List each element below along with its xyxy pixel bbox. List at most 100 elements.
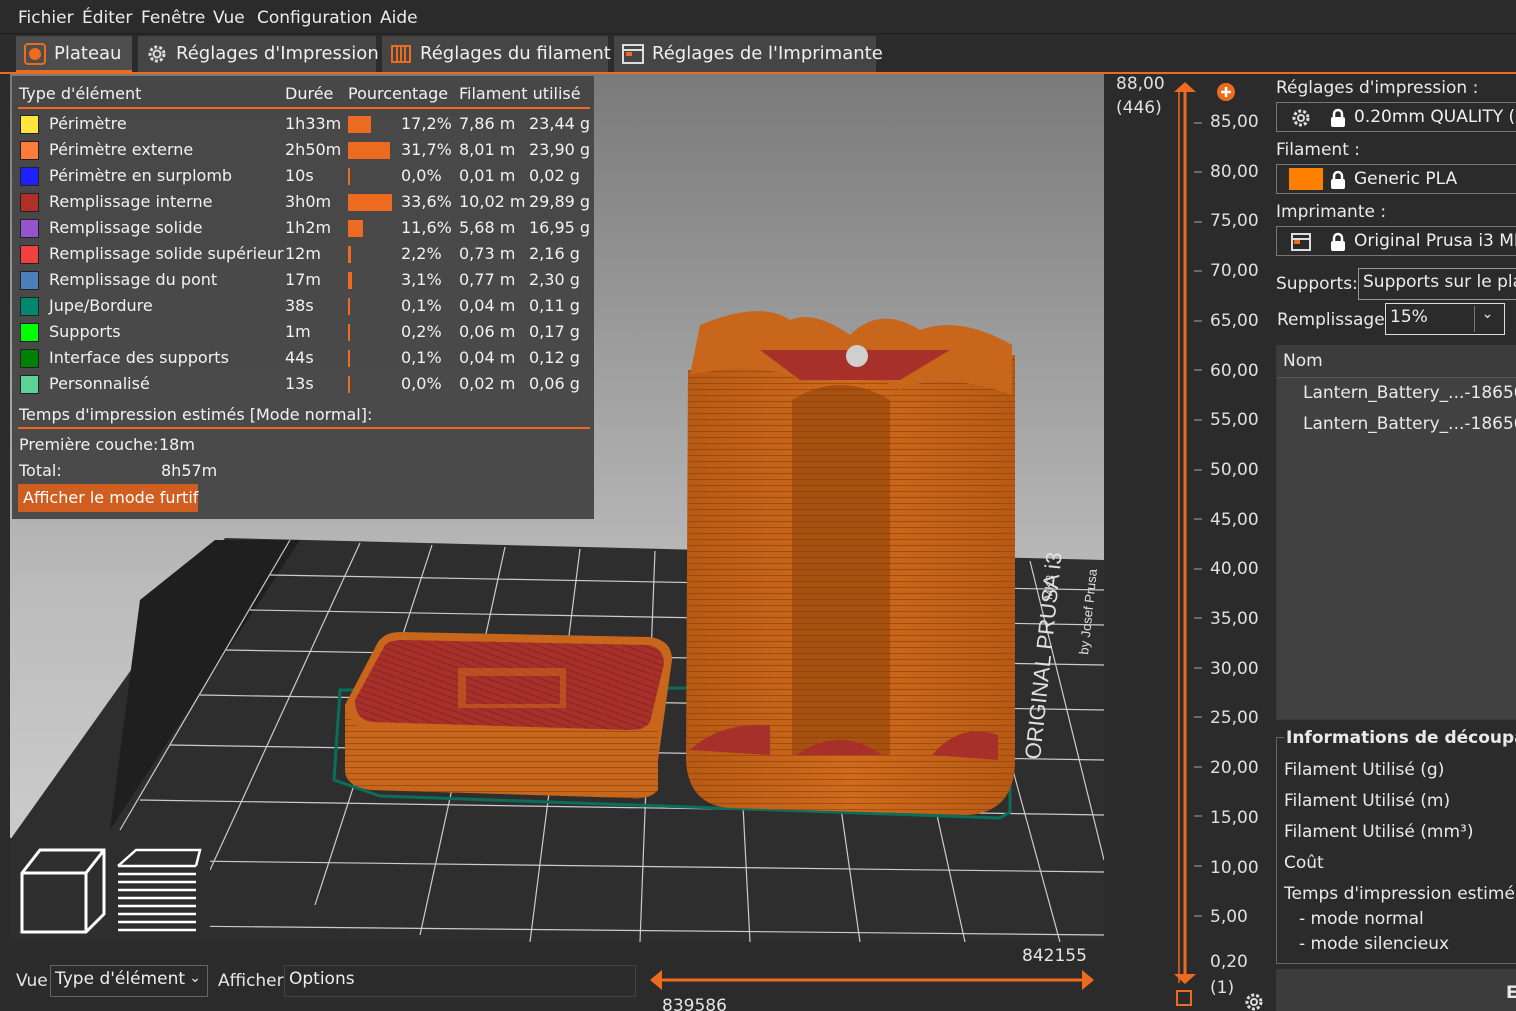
legend-percent: 0,1% (401, 348, 442, 367)
h-slider-right-thumb[interactable] (1082, 970, 1094, 990)
slider-upper-thumb[interactable] (1174, 82, 1196, 92)
right-sidebar: Réglages d'impression : 0.20mm QUALITY (… (1266, 74, 1516, 1011)
legend-percent: 33,6% (401, 192, 452, 211)
object-list-header: Nom (1277, 346, 1516, 378)
legend-percent: 3,1% (401, 270, 442, 289)
add-color-change-icon[interactable] (1216, 82, 1236, 102)
gear-icon (1292, 109, 1310, 127)
tab-print-settings[interactable]: Réglages d'Impression (138, 36, 379, 72)
slider-top-value: 88,00 (1116, 74, 1165, 94)
first-layer-label: Première couche: (19, 435, 159, 454)
tab-label: Plateau (54, 43, 122, 64)
slider-lower-thumb[interactable] (1174, 974, 1196, 984)
menu-configuration[interactable]: Configuration (257, 8, 372, 28)
export-button[interactable]: E (1276, 969, 1516, 1011)
options-select[interactable]: Options (284, 965, 636, 997)
tab-filament-settings[interactable]: Réglages du filament (382, 36, 611, 72)
filament-label: Filament : (1276, 140, 1360, 160)
settings-gear-icon[interactable] (1244, 992, 1264, 1011)
print-settings-value: 0.20mm QUALITY (m (1354, 107, 1516, 127)
total-label: Total: (19, 461, 62, 480)
model-battery-tower (686, 311, 1015, 815)
legend-filament-length: 7,86 m (459, 114, 516, 133)
legend-filament-length: 8,01 m (459, 140, 516, 159)
legend-type-name: Périmètre en surplomb (49, 166, 233, 185)
h-slider-left-thumb[interactable] (650, 970, 662, 990)
legend-type-name: Remplissage solide supérieur (49, 244, 284, 263)
legend-duration: 13s (285, 374, 314, 393)
slice-info-row: - mode silencieux (1299, 934, 1450, 954)
layer-slider[interactable]: 88,00 (446) 85,00 80,00 75,00 70,00 65,00 60,… (1104, 74, 1266, 1011)
legend-type-name: Remplissage du pont (49, 270, 218, 289)
print-settings-label: Réglages d'impression : (1276, 78, 1479, 98)
slider-tick-label: 80,00 (1210, 161, 1259, 182)
tab-printer-settings[interactable]: Réglages de l'Imprimante (614, 36, 883, 72)
legend-header-type: Type d'élément (19, 84, 142, 103)
bed-model-text: MK3 (1041, 574, 1058, 600)
print-settings-combo[interactable]: 0.20mm QUALITY (m (1276, 102, 1516, 132)
legend-duration: 1h2m (285, 218, 332, 237)
legend-header-percent: Pourcentage (348, 84, 449, 103)
legend-duration: 44s (285, 348, 314, 367)
slider-bottom-layer: (1) (1210, 978, 1235, 998)
legend-type-name: Périmètre externe (49, 140, 194, 159)
object-list[interactable]: Nom Lantern_Battery_...-18650-2 Lantern_… (1276, 345, 1516, 720)
object-item[interactable]: Lantern_Battery_...-18650-2 (1303, 414, 1516, 434)
supports-label: Supports: (1276, 274, 1358, 294)
menu-vue[interactable]: Vue (213, 8, 245, 28)
legend-filament-length: 0,02 m (459, 374, 516, 393)
legend-percent-bar (348, 116, 371, 133)
menu-fenetre[interactable]: Fenêtre (141, 8, 205, 28)
legend-filament-weight: 0,12 g (529, 348, 580, 367)
show-stealth-mode-button[interactable]: Afficher le mode furtif (18, 484, 198, 512)
legend-color-swatch (20, 245, 39, 264)
horizontal-move-slider[interactable] (646, 968, 1098, 994)
view-label: Vue (16, 971, 48, 991)
legend-duration: 1m (285, 322, 311, 341)
view-type-select[interactable]: Type d'élément ⌄ (50, 965, 208, 997)
slider-top-layer: (446) (1116, 98, 1162, 118)
tab-label: Réglages du filament (420, 43, 611, 64)
export-button-label: E (1506, 983, 1516, 1003)
supports-select[interactable]: Supports sur le plat (1358, 268, 1516, 300)
slice-info-row: Filament Utilisé (g) (1284, 760, 1445, 780)
slice-info-row: - mode normal (1299, 909, 1424, 929)
slice-info-row: Coût (1284, 853, 1324, 873)
infill-select[interactable]: 15% ⌄ (1385, 303, 1505, 335)
legend-duration: 10s (285, 166, 314, 185)
legend-row: Périmètre en surplomb 10s 0,0% 0,01 m 0,02 g (12, 163, 594, 189)
object-list-header-name: Nom (1283, 351, 1323, 371)
legend-color-swatch (20, 349, 39, 368)
object-item[interactable]: Lantern_Battery_...-18650-2 (1303, 383, 1516, 403)
legend-duration: 1h33m (285, 114, 342, 133)
legend-type-name: Jupe/Bordure (49, 296, 153, 315)
h-slider-lower-value: 839586 (662, 996, 727, 1011)
legend-row: Périmètre externe 2h50m 31,7% 8,01 m 23,90 g (12, 137, 594, 163)
legend-color-swatch (20, 193, 39, 212)
menu-editer[interactable]: Éditer (82, 8, 132, 28)
slice-info-row: Filament Utilisé (m) (1284, 791, 1451, 811)
legend-color-swatch (20, 167, 39, 186)
legend-color-swatch (20, 141, 39, 160)
slice-info-title: Informations de découpage (1284, 728, 1516, 748)
lock-icon[interactable] (1176, 990, 1192, 1006)
legend-type-name: Interface des supports (49, 348, 229, 367)
total-value: 8h57m (161, 461, 218, 480)
printer-value: Original Prusa i3 MK3 (1354, 231, 1516, 251)
printer-combo[interactable]: Original Prusa i3 MK3 (1276, 226, 1516, 256)
legend-row: Remplissage solide 1h2m 11,6% 5,68 m 16,95 g (12, 215, 594, 241)
tab-plateau[interactable]: Plateau (16, 36, 132, 74)
legend-row: Interface des supports 44s 0,1% 0,04 m 0,12 … (12, 345, 594, 371)
legend-percent-bar (348, 324, 350, 341)
legend-duration: 12m (285, 244, 321, 263)
legend-color-swatch (20, 297, 39, 316)
legend-type-name: Remplissage interne (49, 192, 213, 211)
filament-combo[interactable]: Generic PLA (1276, 164, 1516, 194)
menu-aide[interactable]: Aide (380, 8, 418, 28)
menu-fichier[interactable]: Fichier (18, 8, 74, 28)
legend-color-swatch (20, 219, 39, 238)
slider-tick-label: 70,00 (1210, 261, 1259, 282)
legend-filament-weight: 0,17 g (529, 322, 580, 341)
legend-row: Remplissage du pont 17m 3,1% 0,77 m 2,30 g (12, 267, 594, 293)
legend-percent-bar (348, 168, 350, 185)
